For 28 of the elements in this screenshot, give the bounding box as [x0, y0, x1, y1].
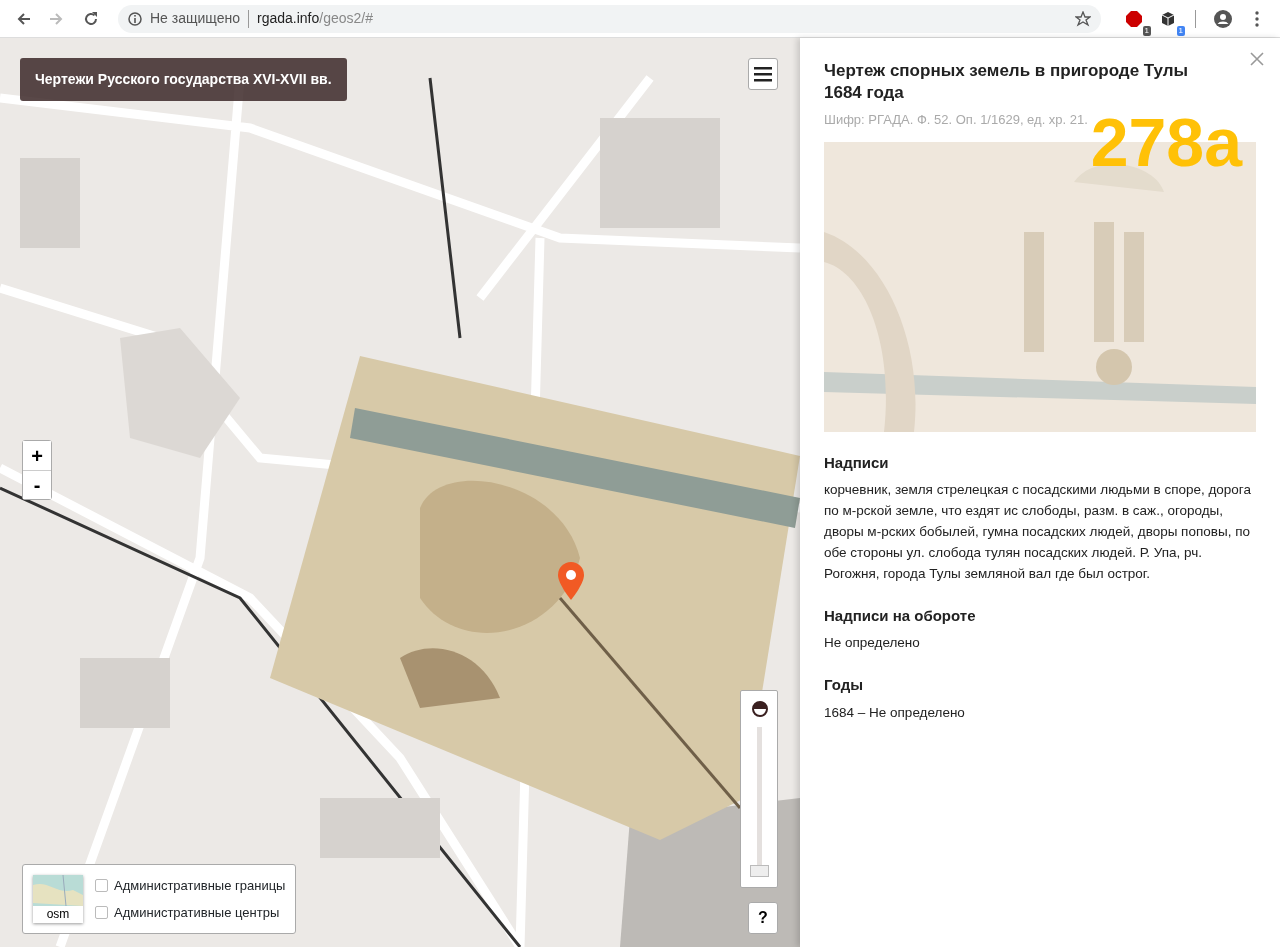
menu-icon — [1255, 10, 1259, 27]
close-button[interactable] — [1248, 50, 1266, 68]
map-number: 278а — [1090, 107, 1242, 176]
section-text: 1684 – Не определено — [824, 703, 966, 722]
reload-icon — [83, 10, 99, 27]
close-icon — [1250, 52, 1264, 66]
section-text: корчевник, земля стрелецкая с посадскими людьми в споре, дорога по м-рской земле, что ездят ис слободы, разм. в саж., огороды, дворы м-рских бобылей, гумна посадских людей, дворы поповы, по обе стороны ул. слобода тулян посадских людей. Р. Упа, рч. Рогожня, города Тулы земляной вал где был острог. — [824, 481, 1252, 583]
url-path: /geos2/# — [319, 9, 373, 28]
star-icon — [1075, 10, 1091, 27]
cube-icon — [1160, 10, 1176, 27]
stop-sign-icon — [1126, 10, 1142, 27]
address-bar[interactable]: Не защищено rgada.info/geos2/# — [118, 4, 1101, 33]
panel-title: Чертеж спорных земель в пригороде Тулы 1684 года — [824, 60, 1190, 105]
extension-button[interactable]: 1 — [1153, 3, 1183, 34]
extension-badge: 1 — [1176, 25, 1185, 36]
security-label: Не защищено — [150, 9, 240, 28]
extension-button[interactable]: 1 — [1119, 3, 1149, 34]
section-heading: Годы — [824, 675, 865, 696]
section-heading: Надписи на обороте — [824, 605, 977, 626]
extension-badge: 1 — [1142, 25, 1151, 36]
section-heading: Надписи — [824, 452, 890, 473]
back-icon — [15, 10, 31, 27]
account-icon — [1214, 9, 1232, 28]
archive-code: Шифр: РГАДА. Ф. 52. Оп. 1/1629, ед. хр. 21. — [824, 111, 1089, 130]
forward-icon — [49, 10, 65, 27]
info-icon — [128, 11, 142, 26]
url-host: rgada.info — [257, 9, 320, 28]
section-text: Не определено — [824, 634, 921, 653]
